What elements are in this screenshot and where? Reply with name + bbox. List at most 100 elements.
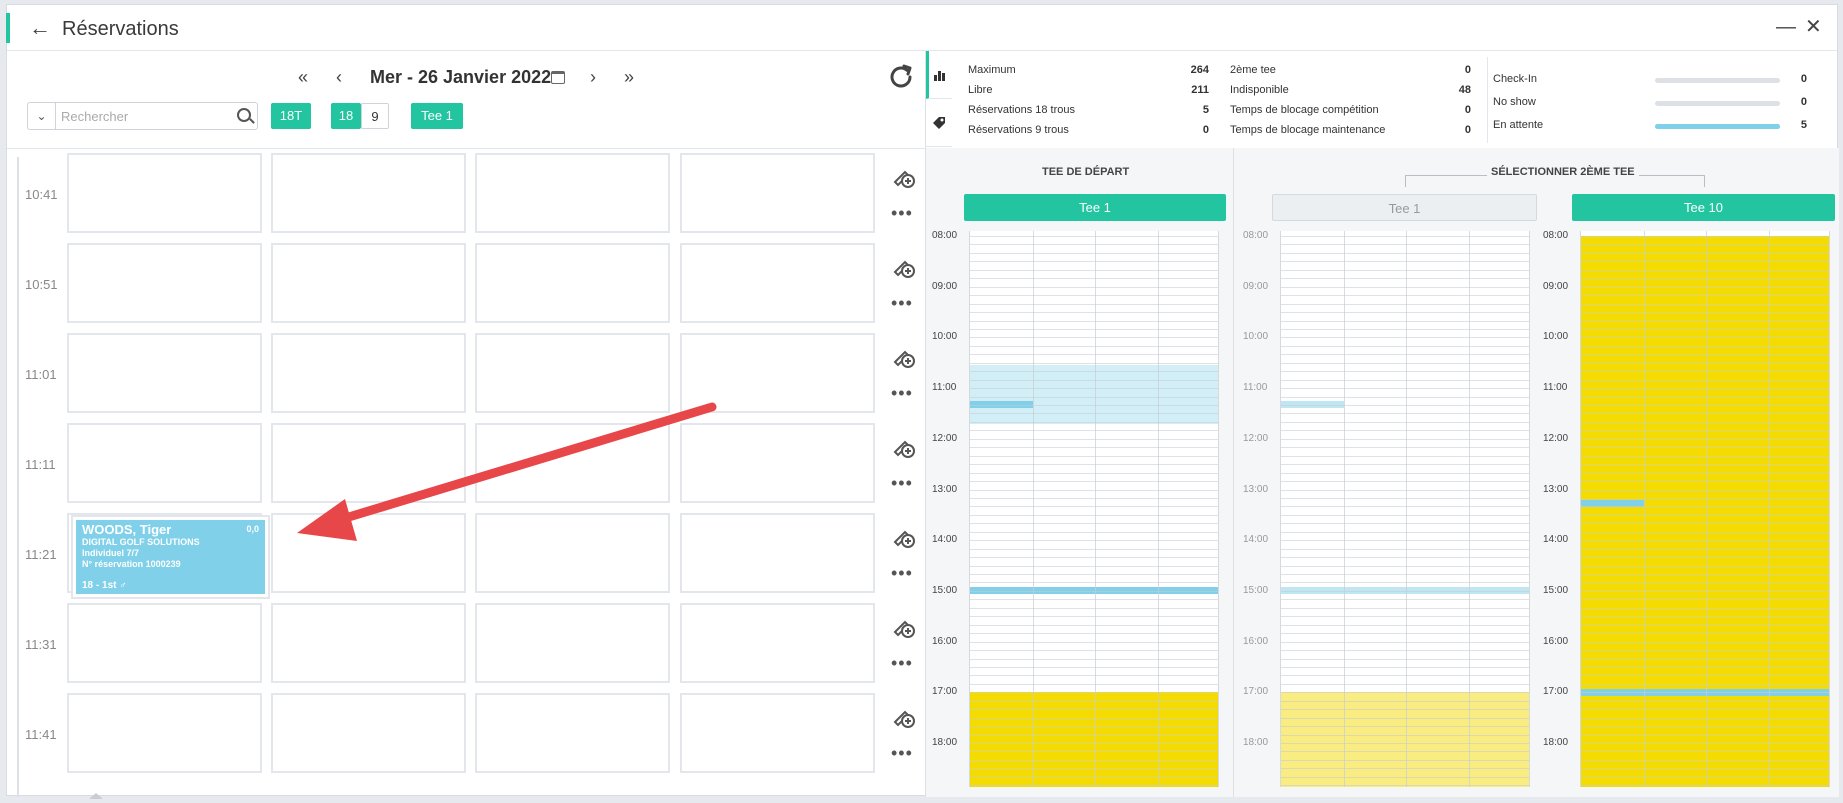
second-tee-1-grid[interactable] xyxy=(1280,231,1530,787)
last-day-button[interactable]: » xyxy=(624,68,634,86)
search-input[interactable] xyxy=(61,106,221,126)
tee-slot[interactable] xyxy=(271,693,466,773)
grid-line xyxy=(1281,269,1529,271)
tee-slot[interactable] xyxy=(67,603,262,683)
add-player-icon[interactable] xyxy=(893,528,915,548)
grid-line xyxy=(970,464,1218,466)
tee-slot[interactable] xyxy=(475,243,670,323)
calendar-icon[interactable] xyxy=(551,71,565,84)
tee-depart-grid[interactable] xyxy=(969,231,1219,787)
tee-slot[interactable] xyxy=(67,243,262,323)
hour-label: 13:00 xyxy=(1543,483,1569,495)
timeline-scrollbar[interactable] xyxy=(17,157,19,797)
grid-line xyxy=(1581,388,1829,390)
stat-value: 5 xyxy=(1202,104,1209,116)
add-player-icon[interactable] xyxy=(893,618,915,638)
next-day-button[interactable]: › xyxy=(590,68,596,86)
grid-line xyxy=(1281,785,1529,787)
tee-slot[interactable] xyxy=(67,153,262,233)
filter-18t-button[interactable]: 18T xyxy=(271,103,311,129)
hour-label: 17:00 xyxy=(932,686,958,698)
filter-tee-button[interactable]: Tee 1 xyxy=(411,103,463,129)
time-label: 10:51 xyxy=(25,277,58,292)
chevron-down-icon[interactable]: ⌄ xyxy=(28,103,56,129)
more-options-icon[interactable]: ••• xyxy=(891,564,913,582)
more-options-icon[interactable]: ••• xyxy=(891,474,913,492)
tee-depart-tee-1-button[interactable]: Tee 1 xyxy=(964,194,1226,221)
tee-slot[interactable] xyxy=(67,693,262,773)
grid-line xyxy=(970,472,1218,474)
stat-value: 211 xyxy=(1191,84,1209,96)
tee-slot[interactable] xyxy=(67,333,262,413)
tee-depart-title: TEE DE DÉPART xyxy=(1042,166,1130,178)
tee-slot[interactable] xyxy=(475,693,670,773)
hour-label: 10:00 xyxy=(932,331,958,343)
grid-line xyxy=(1581,337,1829,339)
close-icon[interactable]: ✕ xyxy=(1805,17,1822,37)
tab-tags[interactable] xyxy=(926,99,952,147)
booking-card[interactable]: WOODS, Tiger DIGITAL GOLF SOLUTIONS Indi… xyxy=(71,515,270,599)
more-options-icon[interactable]: ••• xyxy=(891,294,913,312)
more-options-icon[interactable]: ••• xyxy=(891,384,913,402)
add-player-icon[interactable] xyxy=(893,258,915,278)
more-options-icon[interactable]: ••• xyxy=(891,204,913,222)
time-label: 11:11 xyxy=(25,457,56,472)
grid-line xyxy=(1281,379,1529,381)
grid-line xyxy=(1581,599,1829,601)
tee-slot[interactable] xyxy=(680,603,875,683)
grid-line xyxy=(1581,447,1829,449)
minimize-icon[interactable]: — xyxy=(1776,17,1796,37)
add-player-icon[interactable] xyxy=(893,708,915,728)
second-tee-10-button[interactable]: Tee 10 xyxy=(1572,194,1835,221)
hour-label: 10:00 xyxy=(1543,331,1569,343)
hour-label: 08:00 xyxy=(1543,230,1569,241)
grid-line xyxy=(970,320,1218,322)
add-player-icon[interactable] xyxy=(893,168,915,188)
grid-line xyxy=(1281,692,1529,694)
status-label: En attente xyxy=(1493,119,1544,131)
status-value: 0 xyxy=(1800,73,1807,85)
grid-line xyxy=(1581,776,1829,778)
tee-slot[interactable] xyxy=(475,153,670,233)
grid-line xyxy=(1581,236,1829,237)
more-options-icon[interactable]: ••• xyxy=(891,744,913,762)
tee-slot[interactable] xyxy=(680,153,875,233)
grid-line xyxy=(1281,295,1529,297)
filter-18-holes-button[interactable]: 18 xyxy=(331,103,361,129)
second-tee-1-button[interactable]: Tee 1 xyxy=(1272,194,1537,221)
grid-line xyxy=(970,582,1218,584)
more-options-icon[interactable]: ••• xyxy=(891,654,913,672)
prev-day-button[interactable]: ‹ xyxy=(336,68,342,86)
search-icon[interactable] xyxy=(237,108,251,122)
grid-line xyxy=(970,574,1218,575)
grid-line xyxy=(1581,286,1829,288)
back-arrow-icon[interactable]: ← xyxy=(29,17,51,39)
grid-line xyxy=(1581,768,1829,770)
filter-9-holes-button[interactable]: 9 xyxy=(361,103,389,129)
grid-line xyxy=(1581,751,1829,753)
add-player-icon[interactable] xyxy=(893,348,915,368)
hour-label: 16:00 xyxy=(1543,635,1569,647)
refresh-icon[interactable] xyxy=(887,63,915,91)
grid-line xyxy=(1581,582,1829,584)
grid-line xyxy=(1281,599,1529,601)
tee-slot[interactable] xyxy=(680,243,875,323)
tee-slot[interactable] xyxy=(271,603,466,683)
grid-line xyxy=(1281,312,1529,314)
grid-line xyxy=(1281,548,1529,550)
second-tee-10-grid[interactable] xyxy=(1580,231,1830,787)
tee-slot[interactable] xyxy=(475,603,670,683)
tee-slot[interactable] xyxy=(271,153,466,233)
tee-slot[interactable] xyxy=(680,693,875,773)
grid-line xyxy=(1581,540,1829,542)
grid-line xyxy=(970,700,1218,702)
first-day-button[interactable]: « xyxy=(298,68,308,86)
tab-statistics[interactable] xyxy=(926,51,952,99)
grid-line xyxy=(970,312,1218,314)
date-label[interactable]: Mer - 26 Janvier 2022 xyxy=(370,67,551,88)
status-progress-bar xyxy=(1655,124,1780,129)
add-player-icon[interactable] xyxy=(893,438,915,458)
tee-slot[interactable] xyxy=(271,243,466,323)
tee-slot[interactable] xyxy=(67,423,262,503)
hour-label: 12:00 xyxy=(1243,432,1269,444)
